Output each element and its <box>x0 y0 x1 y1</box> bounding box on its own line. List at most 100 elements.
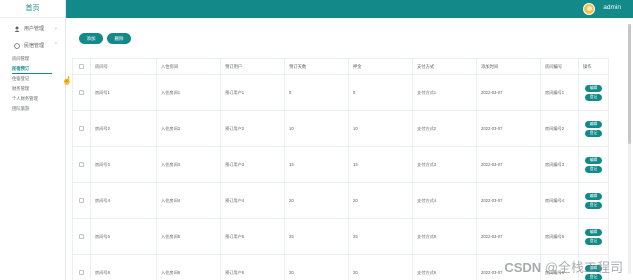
mouse-cursor-icon: ☝ <box>62 76 72 85</box>
table-cell: 支付方式4 <box>412 182 477 219</box>
chevron-up-icon: ⌃ <box>53 42 58 48</box>
column-header[interactable]: 添加时间 <box>476 58 541 75</box>
column-header[interactable]: 预订用户 <box>220 58 285 75</box>
scrollbar[interactable] <box>628 24 631 274</box>
watermark-brand: CSDN <box>504 260 542 275</box>
delete-button[interactable]: 删除 <box>107 33 131 44</box>
table-cell: 支付方式1 <box>412 74 477 111</box>
select-all-checkbox[interactable] <box>72 58 91 75</box>
row-checkbox[interactable] <box>72 74 91 111</box>
edit-button[interactable]: 编辑 <box>585 156 602 164</box>
table-row: 房间号4 入住房间4 预订用户4 20 20 支付方式4 2022-03-07 房间编号4 编辑… <box>72 182 609 219</box>
table-cell: 入住房间2 <box>156 110 221 147</box>
table-cell: 入住房间4 <box>156 182 221 219</box>
avatar[interactable] <box>583 3 595 15</box>
username[interactable]: admin <box>603 4 621 11</box>
table-cell: 支付方式5 <box>412 218 477 255</box>
edit-button[interactable]: 编辑 <box>585 120 602 128</box>
sidebar-item-finance[interactable]: 财务管理 <box>0 84 65 94</box>
row-actions: 编辑 登记 <box>578 182 609 219</box>
table-cell: 预订用户2 <box>220 110 285 147</box>
row-actions: 编辑 登记 <box>578 218 609 255</box>
table-cell: 房间号3 <box>90 146 157 183</box>
table-cell: 2022-03-07 <box>476 182 541 219</box>
table-cell: 入住房间6 <box>156 254 221 280</box>
table-cell: 5 <box>284 74 349 111</box>
table-cell: 2022-03-07 <box>476 218 541 255</box>
column-header[interactable]: 支付方式 <box>412 58 477 75</box>
row-checkbox[interactable] <box>72 218 91 255</box>
top-header: admin <box>66 0 633 18</box>
table-cell: 10 <box>284 110 349 147</box>
table-cell: 15 <box>348 146 413 183</box>
table-cell: 房间编号5 <box>540 218 579 255</box>
table-cell: 入住房间3 <box>156 146 221 183</box>
add-button[interactable]: 添加 <box>79 33 103 44</box>
table-cell: 25 <box>348 218 413 255</box>
table-header-row: 房间号 入住房间 预订用户 预订天数 押金 支付方式 添加时间 房间编号 操作 <box>72 58 609 75</box>
table-cell: 入住房间5 <box>156 218 221 255</box>
table-cell: 房间号2 <box>90 110 157 147</box>
sidebar-group-label: 民宿管理 <box>24 43 45 49</box>
sidebar-item-booking[interactable]: 民宿预订 <box>0 64 65 74</box>
column-header[interactable]: 入住房间 <box>156 58 221 75</box>
table-row: 房间号5 入住房间5 预订用户5 25 25 支付方式5 2022-03-07 房间编号5 编辑… <box>72 218 609 255</box>
table-cell: 25 <box>284 218 349 255</box>
column-header: 操作 <box>578 58 609 75</box>
table-cell: 15 <box>284 146 349 183</box>
table-cell: 2022-03-07 <box>476 110 541 147</box>
sidebar: 首页 用户管理 ⌄ 民宿管理 ⌃ 房间管理 民宿预订 住宿登记 财务管理 个人财… <box>0 0 66 280</box>
sidebar-item-checkin[interactable]: 住宿登记 <box>0 74 65 84</box>
table-cell: 20 <box>284 182 349 219</box>
register-button[interactable]: 登记 <box>585 237 602 245</box>
table-cell: 房间编号2 <box>540 110 579 147</box>
booking-table: 房间号 入住房间 预订用户 预订天数 押金 支付方式 添加时间 房间编号 操作 … <box>72 58 609 280</box>
scrollbar-thumb[interactable] <box>628 24 631 144</box>
table-cell: 支付方式3 <box>412 146 477 183</box>
watermark: CSDN @全栈工程司 <box>504 257 623 276</box>
table-cell: 房间编号4 <box>540 182 579 219</box>
table-cell: 房间编号1 <box>540 74 579 111</box>
sidebar-item-rooms[interactable]: 房间管理 <box>0 54 65 64</box>
table-cell: 30 <box>348 254 413 280</box>
column-header[interactable]: 房间号 <box>90 58 157 75</box>
row-actions: 编辑 登记 <box>578 146 609 183</box>
table-cell: 房间编号3 <box>540 146 579 183</box>
column-header[interactable]: 押金 <box>348 58 413 75</box>
sidebar-home[interactable]: 首页 <box>0 0 65 18</box>
column-header[interactable]: 房间编号 <box>540 58 579 75</box>
table-cell: 支付方式2 <box>412 110 477 147</box>
sidebar-group-homestay[interactable]: 民宿管理 ⌃ <box>0 37 65 54</box>
table-cell: 2022-03-07 <box>476 146 541 183</box>
edit-button[interactable]: 编辑 <box>585 84 602 92</box>
table-cell: 入住房间1 <box>156 74 221 111</box>
row-checkbox[interactable] <box>72 110 91 147</box>
row-checkbox[interactable] <box>72 146 91 183</box>
sidebar-item-personal-finance[interactable]: 个人财务管理 <box>0 94 65 104</box>
table-cell: 预订用户6 <box>220 254 285 280</box>
table-cell: 房间号1 <box>90 74 157 111</box>
sidebar-group-label: 用户管理 <box>24 26 45 32</box>
register-button[interactable]: 登记 <box>585 129 602 137</box>
register-button[interactable]: 登记 <box>585 201 602 209</box>
column-header[interactable]: 预订天数 <box>284 58 349 75</box>
register-button[interactable]: 登记 <box>585 165 602 173</box>
table-cell: 30 <box>284 254 349 280</box>
edit-button[interactable]: 编辑 <box>585 228 602 236</box>
table-row: 房间号3 入住房间3 预订用户3 15 15 支付方式3 2022-03-07 房间编号3 编辑… <box>72 146 609 183</box>
table-cell: 房间号6 <box>90 254 157 280</box>
row-checkbox[interactable] <box>72 254 91 280</box>
register-button[interactable]: 登记 <box>585 93 602 101</box>
edit-button[interactable]: 编辑 <box>585 192 602 200</box>
chat-icon <box>14 42 20 49</box>
sidebar-item-group-tour[interactable]: 团队旅游 <box>0 104 65 114</box>
table-cell: 预订用户1 <box>220 74 285 111</box>
table-cell: 支付方式6 <box>412 254 477 280</box>
table-cell: 5 <box>348 74 413 111</box>
row-checkbox[interactable] <box>72 182 91 219</box>
table-cell: 20 <box>348 182 413 219</box>
table-row: 房间号2 入住房间2 预订用户2 10 10 支付方式2 2022-03-07 房间编号2 编辑… <box>72 110 609 147</box>
sidebar-group-users[interactable]: 用户管理 ⌄ <box>0 20 65 37</box>
table-cell: 房间号4 <box>90 182 157 219</box>
table-cell: 预订用户3 <box>220 146 285 183</box>
